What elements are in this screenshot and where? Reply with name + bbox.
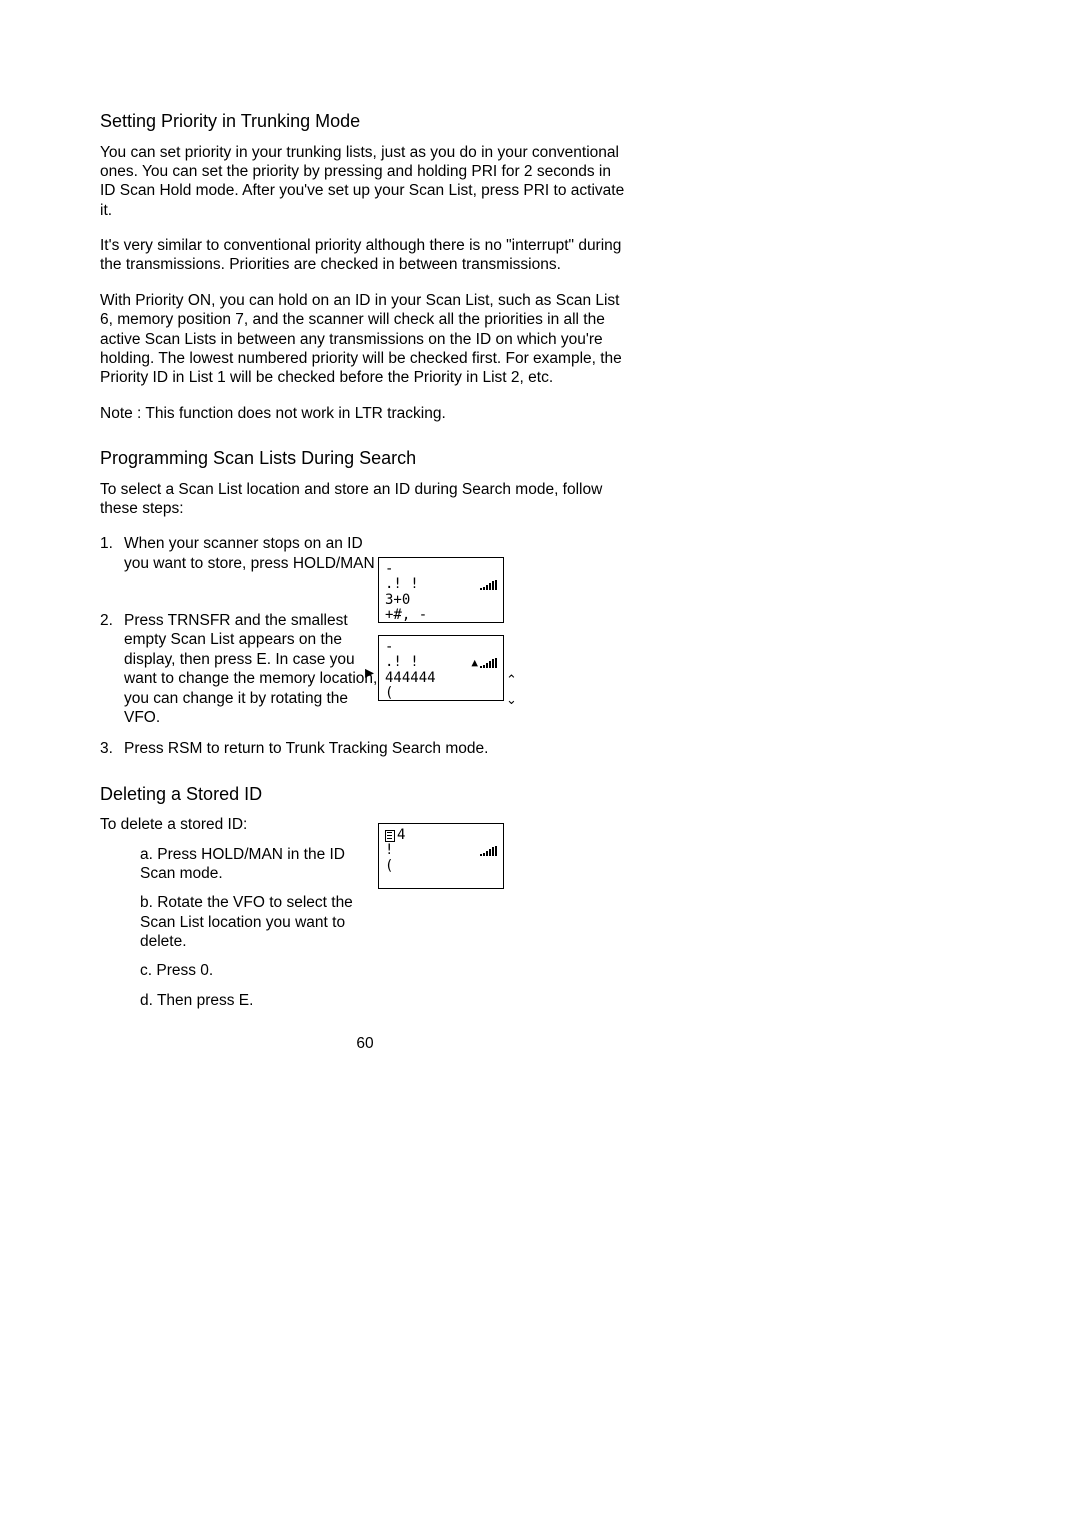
steps-list: 1. When your scanner stops on an ID you … xyxy=(100,534,630,758)
lcd3-l2: ! xyxy=(385,843,393,858)
heading-scan-lists: Programming Scan Lists During Search xyxy=(100,447,630,470)
signal-bars-icon xyxy=(480,846,497,856)
down-indicator-icon: ⌄ xyxy=(506,692,517,708)
para-priority-2: It's very similar to conventional priori… xyxy=(100,236,630,275)
up-arrow-icon: ▲ xyxy=(471,657,478,669)
para-priority-1: You can set priority in your trunking li… xyxy=(100,143,630,221)
up-indicator-icon: ⌃ xyxy=(506,672,517,688)
signal-bars-icon xyxy=(480,580,497,590)
page-number: 60 xyxy=(100,1034,630,1053)
step-3-num: 3. xyxy=(100,739,124,758)
delete-c: c. Press 0. xyxy=(140,961,630,980)
delete-d: d. Then press E. xyxy=(140,991,630,1010)
lcd3-l4: ( xyxy=(385,859,497,874)
lcd2-l1: - xyxy=(385,640,393,655)
signal-bars-icon xyxy=(480,658,497,668)
note-ltr: Note : This function does not work in LT… xyxy=(100,404,630,423)
step-2-num: 2. xyxy=(100,611,124,727)
step-1-num: 1. xyxy=(100,534,124,573)
step-1-body: When your scanner stops on an ID you wan… xyxy=(124,534,384,573)
lcd1-l2: .! ! xyxy=(385,577,419,592)
lcd1-l3: 3+0 xyxy=(385,593,497,608)
step-3: 3. Press RSM to return to Trunk Tracking… xyxy=(100,739,630,758)
lcd-display-3: 4 ! ( xyxy=(378,823,504,889)
left-arrow-icon: ▸ xyxy=(365,662,374,683)
lcd1-l1: - xyxy=(385,562,393,577)
lcd2-l3: 444444 xyxy=(385,671,497,686)
delete-b: b. Rotate the VFO to select the Scan Lis… xyxy=(140,893,370,951)
lcd3-l1: 4 xyxy=(397,828,405,843)
heading-priority: Setting Priority in Trunking Mode xyxy=(100,110,630,133)
list-icon xyxy=(385,830,395,842)
intro-delete: To delete a stored ID: xyxy=(100,815,630,834)
intro-scan-lists: To select a Scan List location and store… xyxy=(100,480,630,519)
delete-a: a. Press HOLD/MAN in the ID Scan mode. xyxy=(140,845,360,884)
lcd1-l4: +#, - xyxy=(385,608,497,623)
para-priority-3: With Priority ON, you can hold on an ID … xyxy=(100,291,630,388)
step-3-body: Press RSM to return to Trunk Tracking Se… xyxy=(124,739,630,758)
step-1: 1. When your scanner stops on an ID you … xyxy=(100,534,630,573)
heading-delete: Deleting a Stored ID xyxy=(100,783,630,806)
lcd2-l2: .! ! xyxy=(385,655,419,670)
step-2-body: Press TRNSFR and the smallest empty Scan… xyxy=(124,611,384,727)
lcd-display-2: - .! ! ▲ 444444 ( xyxy=(378,635,504,701)
lcd2-l4: ( xyxy=(385,686,497,701)
lcd-display-1: - .! ! 3+0 +#, - xyxy=(378,557,504,623)
